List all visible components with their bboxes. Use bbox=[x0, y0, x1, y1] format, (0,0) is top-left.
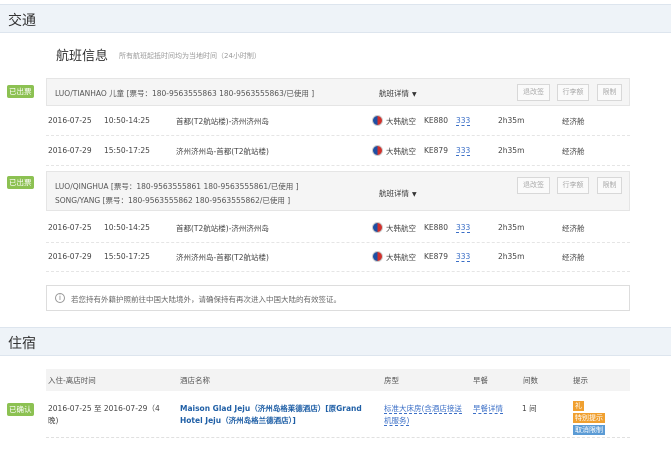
segment-flight-no: KE880 bbox=[424, 116, 448, 125]
segment-route: 济州济州岛-首都(T2航站楼) bbox=[176, 253, 269, 262]
airline-logo-icon bbox=[372, 251, 383, 262]
segment-cabin: 经济舱 bbox=[562, 147, 585, 156]
segment-seat-link[interactable]: 333 bbox=[456, 146, 471, 156]
segment-duration: 2h35m bbox=[498, 223, 525, 232]
restrictions-button[interactable]: 限制 bbox=[597, 177, 622, 194]
segment-airline: 大韩航空 bbox=[386, 117, 416, 126]
segment-date: 2016-07-25 bbox=[48, 116, 92, 125]
segment-time: 15:50-17:25 bbox=[104, 252, 150, 261]
change-refund-button[interactable]: 退改签 bbox=[517, 84, 550, 101]
transport-section-title: 交通 bbox=[8, 13, 36, 29]
baggage-button[interactable]: 行李额 bbox=[557, 177, 589, 194]
info-icon: i bbox=[55, 293, 65, 303]
segment-date: 2016-07-25 bbox=[48, 223, 92, 232]
flight-details-toggle[interactable]: 航班详情 ▼ bbox=[379, 88, 417, 99]
flight-info-title: 航班信息 bbox=[56, 49, 109, 64]
gift-badge[interactable]: 礼 bbox=[573, 401, 584, 411]
segment-seat-link[interactable]: 333 bbox=[456, 223, 471, 233]
airline-logo-icon bbox=[372, 145, 383, 156]
segment-duration: 2h35m bbox=[498, 116, 525, 125]
passenger-line: SONG/YANG [票号：180-9563555862 180-9563555… bbox=[55, 196, 291, 205]
ticket-status-badge: 已出票 bbox=[7, 176, 34, 189]
baggage-button[interactable]: 行李额 bbox=[557, 84, 589, 101]
segment-airline: 大韩航空 bbox=[386, 253, 416, 262]
hotel-status-badge: 已确认 bbox=[7, 403, 34, 416]
row-divider bbox=[46, 437, 630, 438]
hotel-stay-dates: 2016-07-25 至 2016-07-29（4晚) bbox=[48, 404, 160, 425]
flight-segment-row: 2016-07-29 15:50-17:25 济州济州岛-首都(T2航站楼) 大… bbox=[46, 242, 630, 272]
flight-segment-row: 2016-07-25 10:50-14:25 首都(T2航站楼)-济州济州岛 大… bbox=[46, 213, 630, 243]
cancel-policy-badge[interactable]: 取消限制 bbox=[573, 425, 605, 435]
hotel-name-link[interactable]: Maison Glad Jeju（济州岛格莱德酒店）[原Grand Hotel … bbox=[180, 403, 375, 427]
segment-flight-no: KE880 bbox=[424, 223, 448, 232]
passenger-box: LUO/QINGHUA [票号：180-9563555861 180-95635… bbox=[46, 171, 630, 211]
airline-logo-icon bbox=[372, 222, 383, 233]
segment-route: 济州济州岛-首都(T2航站楼) bbox=[176, 147, 269, 156]
segment-airline: 大韩航空 bbox=[386, 147, 416, 156]
segment-duration: 2h35m bbox=[498, 252, 525, 261]
passenger-line: LUO/QINGHUA [票号：180-9563555861 180-95635… bbox=[55, 182, 299, 191]
breakfast-details-link[interactable]: 早餐详情 bbox=[473, 404, 503, 414]
room-type-cell: 标准大床房(含酒店接送机服务) bbox=[384, 403, 468, 427]
visa-notice: i 若您持有外籍护照前往中国大陆境外，请确保持有再次进入中国大陆的有效签证。 bbox=[46, 285, 630, 311]
column-header: 入住-离店时间 bbox=[48, 376, 96, 385]
segment-flight-no: KE879 bbox=[424, 146, 448, 155]
segment-cabin: 经济舱 bbox=[562, 117, 585, 126]
segment-date: 2016-07-29 bbox=[48, 146, 92, 155]
segment-seat-link[interactable]: 333 bbox=[456, 252, 471, 262]
segment-time: 10:50-14:25 bbox=[104, 116, 150, 125]
segment-cabin: 经济舱 bbox=[562, 224, 585, 233]
segment-route: 首都(T2航站楼)-济州济州岛 bbox=[176, 224, 269, 233]
breakfast-cell: 早餐详情 bbox=[473, 403, 503, 415]
hotel-section-header: 住宿 bbox=[0, 327, 671, 356]
change-refund-button[interactable]: 退改签 bbox=[517, 177, 550, 194]
segment-date: 2016-07-29 bbox=[48, 252, 92, 261]
flight-segment-row: 2016-07-29 15:50-17:25 济州济州岛-首都(T2航站楼) 大… bbox=[46, 136, 630, 166]
segment-cabin: 经济舱 bbox=[562, 253, 585, 262]
caret-down-icon: ▼ bbox=[412, 91, 417, 98]
room-type-link[interactable]: 标准大床房(含酒店接送机服务) bbox=[384, 404, 462, 426]
segment-duration: 2h35m bbox=[498, 146, 525, 155]
segment-route: 首都(T2航站楼)-济州济州岛 bbox=[176, 117, 269, 126]
caret-down-icon: ▼ bbox=[412, 191, 417, 198]
column-header: 酒店名称 bbox=[180, 376, 210, 385]
segment-flight-no: KE879 bbox=[424, 252, 448, 261]
column-header: 提示 bbox=[573, 376, 588, 385]
flight-segment-row: 2016-07-25 10:50-14:25 首都(T2航站楼)-济州济州岛 大… bbox=[46, 106, 630, 136]
segment-time: 10:50-14:25 bbox=[104, 223, 150, 232]
hotel-table-header: 入住-离店时间 酒店名称 房型 早餐 间数 提示 bbox=[46, 369, 630, 391]
column-header: 早餐 bbox=[473, 376, 488, 385]
hotel-section-title: 住宿 bbox=[8, 336, 36, 352]
visa-notice-text: 若您持有外籍护照前往中国大陆境外，请确保持有再次进入中国大陆的有效签证。 bbox=[71, 295, 341, 304]
passenger-line: LUO/TIANHAO 儿童 [票号：180-9563555863 180-95… bbox=[55, 89, 315, 98]
room-count: 1 间 bbox=[522, 404, 537, 413]
passenger-box: LUO/TIANHAO 儿童 [票号：180-9563555863 180-95… bbox=[46, 78, 630, 106]
flight-time-note: 所有航班起抵时间均为当地时间（24小时制） bbox=[119, 52, 261, 60]
restrictions-button[interactable]: 限制 bbox=[597, 84, 622, 101]
segment-airline: 大韩航空 bbox=[386, 224, 416, 233]
airline-logo-icon bbox=[372, 115, 383, 126]
segment-time: 15:50-17:25 bbox=[104, 146, 150, 155]
transport-section-header: 交通 bbox=[0, 4, 671, 33]
segment-seat-link[interactable]: 333 bbox=[456, 116, 471, 126]
column-header: 房型 bbox=[384, 376, 399, 385]
flight-details-toggle[interactable]: 航班详情 ▼ bbox=[379, 188, 417, 199]
column-header: 间数 bbox=[523, 376, 538, 385]
special-tip-badge[interactable]: 特别提示 bbox=[573, 413, 605, 423]
ticket-status-badge: 已出票 bbox=[7, 85, 34, 98]
